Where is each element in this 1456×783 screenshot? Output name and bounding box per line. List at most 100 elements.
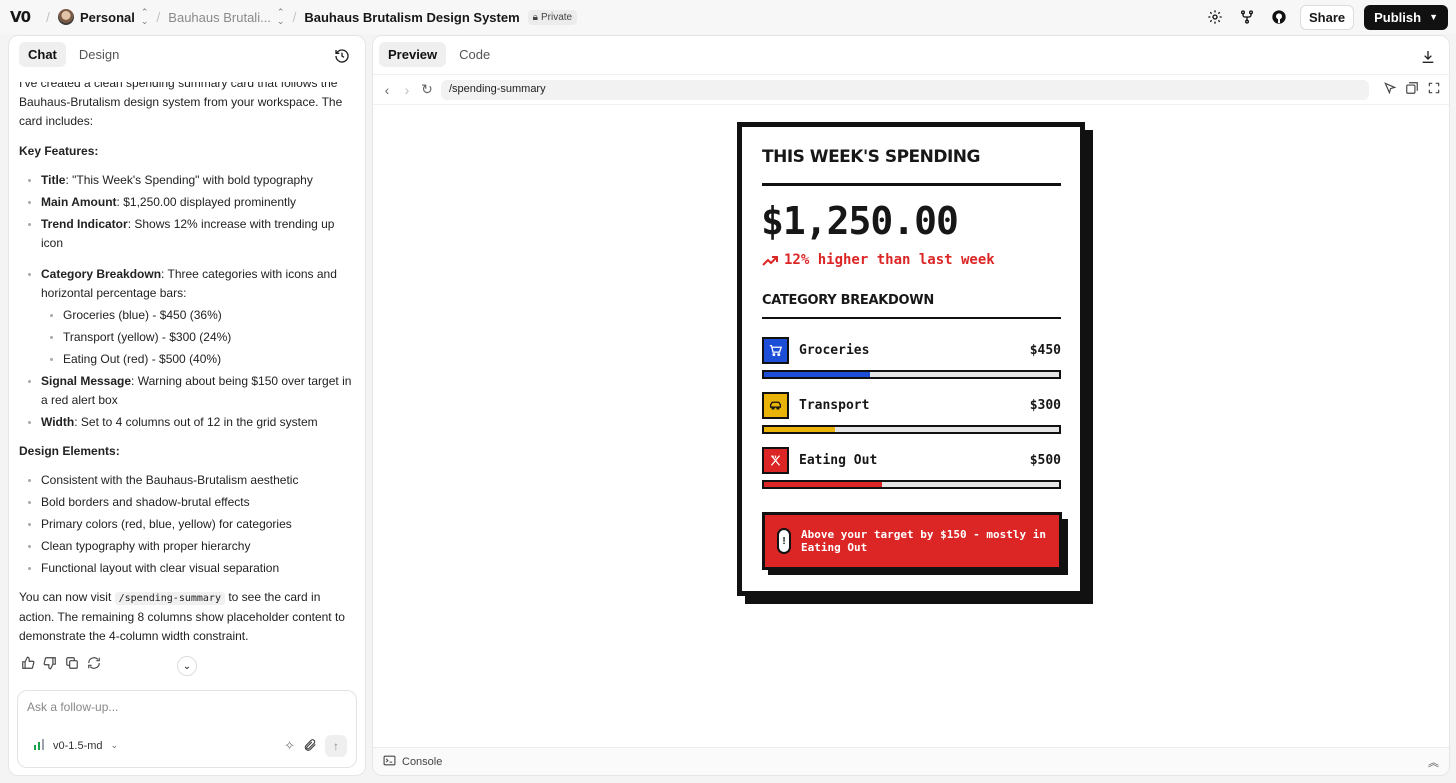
scroll-down-chevron-icon[interactable]: ⌄ xyxy=(177,656,197,676)
list-item: Bold borders and shadow-brutal effects xyxy=(19,493,357,512)
preview-panel: Preview Code ‹ › ↻ /spending-summary THI… xyxy=(372,35,1450,776)
url-input[interactable]: /spending-summary xyxy=(441,79,1369,100)
list-item: Width: Set to 4 columns out of 12 in the… xyxy=(19,413,357,432)
design-elements-heading: Design Elements: xyxy=(19,444,120,458)
chevrons-up-icon[interactable]: ︽ xyxy=(1428,754,1439,770)
sparkles-icon[interactable]: ✧ xyxy=(284,738,295,754)
list-item: Main Amount: $1,250.00 displayed promine… xyxy=(19,193,357,212)
car-icon xyxy=(762,391,789,419)
features-list: Title: "This Week's Spending" with bold … xyxy=(19,171,357,432)
separator: / xyxy=(46,9,50,25)
github-icon[interactable] xyxy=(1268,6,1290,28)
workspace-name: Personal xyxy=(79,9,135,25)
spending-card: THIS WEEK'S SPENDING $1,250.00 12% highe… xyxy=(737,122,1085,596)
download-icon[interactable] xyxy=(1417,46,1439,68)
sub-list: Groceries (blue) - $450 (36%) Transport … xyxy=(41,306,357,369)
design-list: Consistent with the Bauhaus-Brutalism ae… xyxy=(19,471,357,578)
console-bar[interactable]: Console ︽ xyxy=(373,747,1449,775)
inline-code: /spending-summary xyxy=(114,592,225,605)
url-bar: ‹ › ↻ /spending-summary xyxy=(373,74,1449,104)
tab-chat[interactable]: Chat xyxy=(19,42,66,67)
tab-code[interactable]: Code xyxy=(450,42,499,67)
lock-icon: 🔒︎ xyxy=(532,11,538,23)
category-name: Groceries xyxy=(799,342,870,358)
v0-logo[interactable]: V0 xyxy=(10,8,31,26)
project-title[interactable]: Bauhaus Brutalism Design System xyxy=(304,10,519,25)
category-value: $300 xyxy=(1029,397,1061,413)
utensils-icon xyxy=(762,446,789,474)
share-button[interactable]: Share xyxy=(1299,4,1355,30)
card-title: THIS WEEK'S SPENDING xyxy=(762,147,981,167)
progress-bar xyxy=(762,480,1061,489)
copy-icon[interactable] xyxy=(65,656,79,673)
settings-gear-icon[interactable] xyxy=(1204,6,1226,28)
message-intro: I've created a clean spending summary ca… xyxy=(19,82,343,128)
chevron-down-icon: ⌄ xyxy=(110,740,119,750)
list-item: Category Breakdown: Three categories wit… xyxy=(19,265,357,369)
breakdown-title: CATEGORY BREAKDOWN xyxy=(762,293,934,308)
category-name: Eating Out xyxy=(799,452,878,468)
divider xyxy=(762,183,1061,186)
chat-tabs: Chat Design xyxy=(19,42,128,67)
list-item: Consistent with the Bauhaus-Brutalism ae… xyxy=(19,471,357,490)
topbar-actions: Share Publish ▼ xyxy=(1204,4,1448,30)
category-name: Transport xyxy=(799,397,870,413)
trending-up-icon xyxy=(762,256,778,266)
history-icon[interactable] xyxy=(331,45,353,67)
thumbs-up-icon[interactable] xyxy=(21,656,35,673)
privacy-badge[interactable]: 🔒︎ Private xyxy=(527,9,578,25)
avatar xyxy=(57,9,74,25)
list-item: Functional layout with clear visual sepa… xyxy=(19,559,357,578)
trend-indicator: 12% higher than last week xyxy=(762,252,995,268)
list-item: Trend Indicator: Shows 12% increase with… xyxy=(19,215,357,253)
alert-exclamation-icon: ! xyxy=(777,528,791,554)
followup-input[interactable] xyxy=(27,700,327,714)
progress-fill xyxy=(764,427,835,432)
progress-bar xyxy=(762,370,1061,379)
chat-message: I've created a clean spending summary ca… xyxy=(19,82,357,642)
publish-button[interactable]: Publish ▼ xyxy=(1364,4,1448,30)
progress-fill xyxy=(764,482,882,487)
category-row-eating-out: Eating Out $500 xyxy=(762,446,1061,474)
followup-actions: ✧ ↑ xyxy=(284,735,347,757)
arrow-up-icon: ↑ xyxy=(333,739,339,753)
publish-label: Publish xyxy=(1374,9,1422,25)
thumbs-down-icon[interactable] xyxy=(43,656,57,673)
category-row-transport: Transport $300 xyxy=(762,391,1061,419)
alert-text: Above your target by $150 - mostly in Ea… xyxy=(801,528,1047,554)
total-amount: $1,250.00 xyxy=(761,199,959,243)
key-features-heading: Key Features: xyxy=(19,144,99,158)
separator: / xyxy=(292,9,297,25)
back-arrow-icon[interactable]: ‹ xyxy=(381,82,393,98)
project-short-name: Bauhaus Brutali... xyxy=(168,9,271,25)
category-value: $500 xyxy=(1029,452,1061,468)
pointer-select-icon[interactable] xyxy=(1383,81,1397,98)
list-item: Primary colors (red, blue, yellow) for c… xyxy=(19,515,357,534)
bar-chart-icon xyxy=(33,738,45,753)
workspace-switcher[interactable]: Personal ⌃ ⌄ xyxy=(57,8,148,26)
send-button[interactable]: ↑ xyxy=(325,735,347,757)
divider xyxy=(762,317,1061,319)
project-switcher[interactable]: Bauhaus Brutali... ⌃ ⌄ xyxy=(168,8,284,26)
url-actions xyxy=(1383,81,1441,98)
forward-arrow-icon[interactable]: › xyxy=(401,82,413,98)
model-selector[interactable]: v0-1.5-md ⌄ xyxy=(33,738,118,753)
top-bar: V0 / Personal ⌃ ⌄ / Bauhaus Brutali... ⌃ ⌄… xyxy=(0,0,1456,34)
new-window-icon[interactable] xyxy=(1405,81,1419,98)
regenerate-icon[interactable] xyxy=(87,656,101,673)
tab-design[interactable]: Design xyxy=(70,42,128,67)
followup-box: v0-1.5-md ⌄ ✧ ↑ xyxy=(17,690,357,768)
refresh-icon[interactable]: ↻ xyxy=(421,81,433,98)
chevron-down-icon: ▼ xyxy=(1429,12,1438,22)
fullscreen-icon[interactable] xyxy=(1427,81,1441,98)
list-item: Clean typography with proper hierarchy xyxy=(19,537,357,556)
list-item: Groceries (blue) - $450 (36%) xyxy=(41,306,357,325)
chevron-updown-icon: ⌃ ⌄ xyxy=(276,7,285,26)
message-actions xyxy=(21,656,101,673)
git-fork-icon[interactable] xyxy=(1236,6,1258,28)
paperclip-icon[interactable] xyxy=(303,738,317,755)
tab-preview[interactable]: Preview xyxy=(379,42,447,67)
shopping-cart-icon xyxy=(762,336,789,364)
console-label: Console xyxy=(402,755,443,768)
list-item: Eating Out (red) - $500 (40%) xyxy=(41,350,357,369)
